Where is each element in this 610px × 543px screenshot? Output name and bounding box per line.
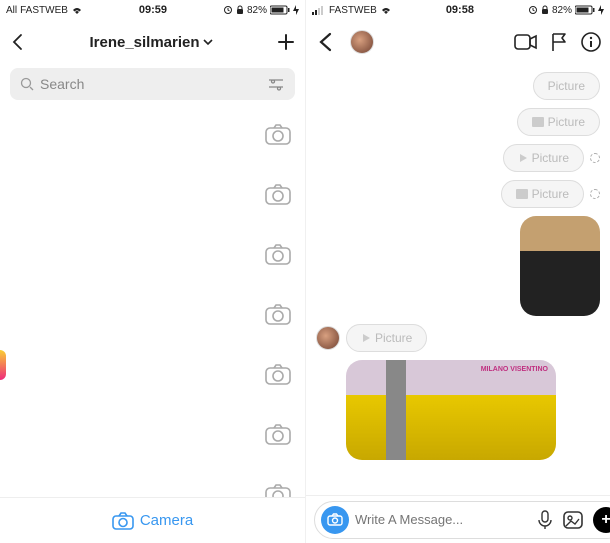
chat-avatar[interactable] <box>350 30 374 54</box>
carrier-label: FASTWEB <box>20 5 68 16</box>
battery-percent: 82% <box>247 5 267 16</box>
composer-input-wrap[interactable]: + <box>314 501 610 539</box>
camera-label: Camera <box>140 512 193 529</box>
charging-icon <box>598 5 604 15</box>
account-switcher[interactable]: Irene_silmarien <box>28 34 275 51</box>
picture-label: Picture <box>375 331 412 345</box>
camera-icon[interactable] <box>265 483 291 497</box>
search-icon <box>20 77 34 91</box>
battery-icon <box>270 5 290 15</box>
message-input[interactable] <box>355 512 531 527</box>
add-button[interactable]: + <box>593 507 610 533</box>
dm-row[interactable] <box>0 464 305 497</box>
battery-icon <box>575 5 595 15</box>
outgoing-message[interactable]: Picture <box>316 108 600 136</box>
loading-spinner <box>590 189 600 199</box>
composer: + <box>306 495 610 543</box>
picture-label: Picture <box>532 151 569 165</box>
camera-icon <box>112 512 134 530</box>
battery-percent: 82% <box>552 5 572 16</box>
dm-row[interactable] <box>0 404 305 464</box>
photo-icon <box>516 189 528 199</box>
outgoing-message[interactable]: Picture <box>316 72 600 100</box>
play-icon <box>361 333 371 343</box>
search-placeholder: Search <box>40 76 84 92</box>
loading-spinner <box>590 153 600 163</box>
alarm-icon <box>223 5 233 15</box>
camera-icon[interactable] <box>265 423 291 445</box>
flag-icon[interactable] <box>550 32 568 52</box>
wifi-icon <box>380 5 392 15</box>
dm-header: Irene_silmarien <box>0 20 305 64</box>
photo-icon <box>532 117 544 127</box>
camera-icon[interactable] <box>265 183 291 205</box>
back-icon[interactable] <box>314 30 338 54</box>
carrier-label: FASTWEB <box>329 5 377 16</box>
lock-icon <box>541 5 549 15</box>
mic-icon[interactable] <box>537 510 553 530</box>
sender-avatar[interactable] <box>316 326 340 350</box>
back-icon[interactable] <box>8 32 28 52</box>
photo-thumbnail <box>520 216 600 316</box>
search-input[interactable]: Search <box>10 68 295 100</box>
composer-camera-button[interactable] <box>321 506 349 534</box>
wifi-icon <box>71 5 83 15</box>
incoming-photo[interactable]: MILANO VISENTINO <box>346 360 600 460</box>
gallery-icon[interactable] <box>563 511 583 529</box>
dm-row[interactable] <box>0 344 305 404</box>
dm-row[interactable] <box>0 224 305 284</box>
info-icon[interactable] <box>580 31 602 53</box>
chat-body: Picture Picture Picture Picture <box>306 64 610 495</box>
picture-label: Picture <box>548 115 585 129</box>
charging-icon <box>293 5 299 15</box>
compose-icon[interactable] <box>275 31 297 53</box>
status-bar: FASTWEB 09:58 82% <box>306 0 610 20</box>
dm-list <box>0 104 305 497</box>
camera-icon <box>327 513 343 526</box>
story-ring <box>0 350 6 380</box>
clock: 09:58 <box>446 4 474 16</box>
chevron-down-icon <box>202 36 214 48</box>
picture-label: Picture <box>548 79 585 93</box>
outgoing-message[interactable]: Picture <box>316 180 600 208</box>
status-bar: All FASTWEB 09:59 82% <box>0 0 305 20</box>
incoming-message[interactable]: Picture <box>316 324 600 352</box>
location-tag: MILANO VISENTINO <box>481 366 548 373</box>
dm-row[interactable] <box>0 104 305 164</box>
chat-header <box>306 20 610 64</box>
outgoing-message[interactable]: Picture <box>316 144 600 172</box>
camera-icon[interactable] <box>265 243 291 265</box>
camera-icon[interactable] <box>265 363 291 385</box>
clock: 09:59 <box>139 4 167 16</box>
camera-icon[interactable] <box>265 303 291 325</box>
camera-button[interactable]: Camera <box>0 497 305 543</box>
signal-label: All <box>6 5 17 16</box>
photo-thumbnail: MILANO VISENTINO <box>346 360 556 460</box>
dm-row[interactable] <box>0 284 305 344</box>
filter-icon[interactable] <box>267 77 285 91</box>
camera-icon[interactable] <box>265 123 291 145</box>
outgoing-photo[interactable] <box>316 216 600 316</box>
dm-row[interactable] <box>0 164 305 224</box>
username-label: Irene_silmarien <box>89 34 199 51</box>
signal-icon <box>312 5 326 15</box>
alarm-icon <box>528 5 538 15</box>
video-call-icon[interactable] <box>514 33 538 51</box>
picture-label: Picture <box>532 187 569 201</box>
play-icon <box>518 153 528 163</box>
lock-icon <box>236 5 244 15</box>
